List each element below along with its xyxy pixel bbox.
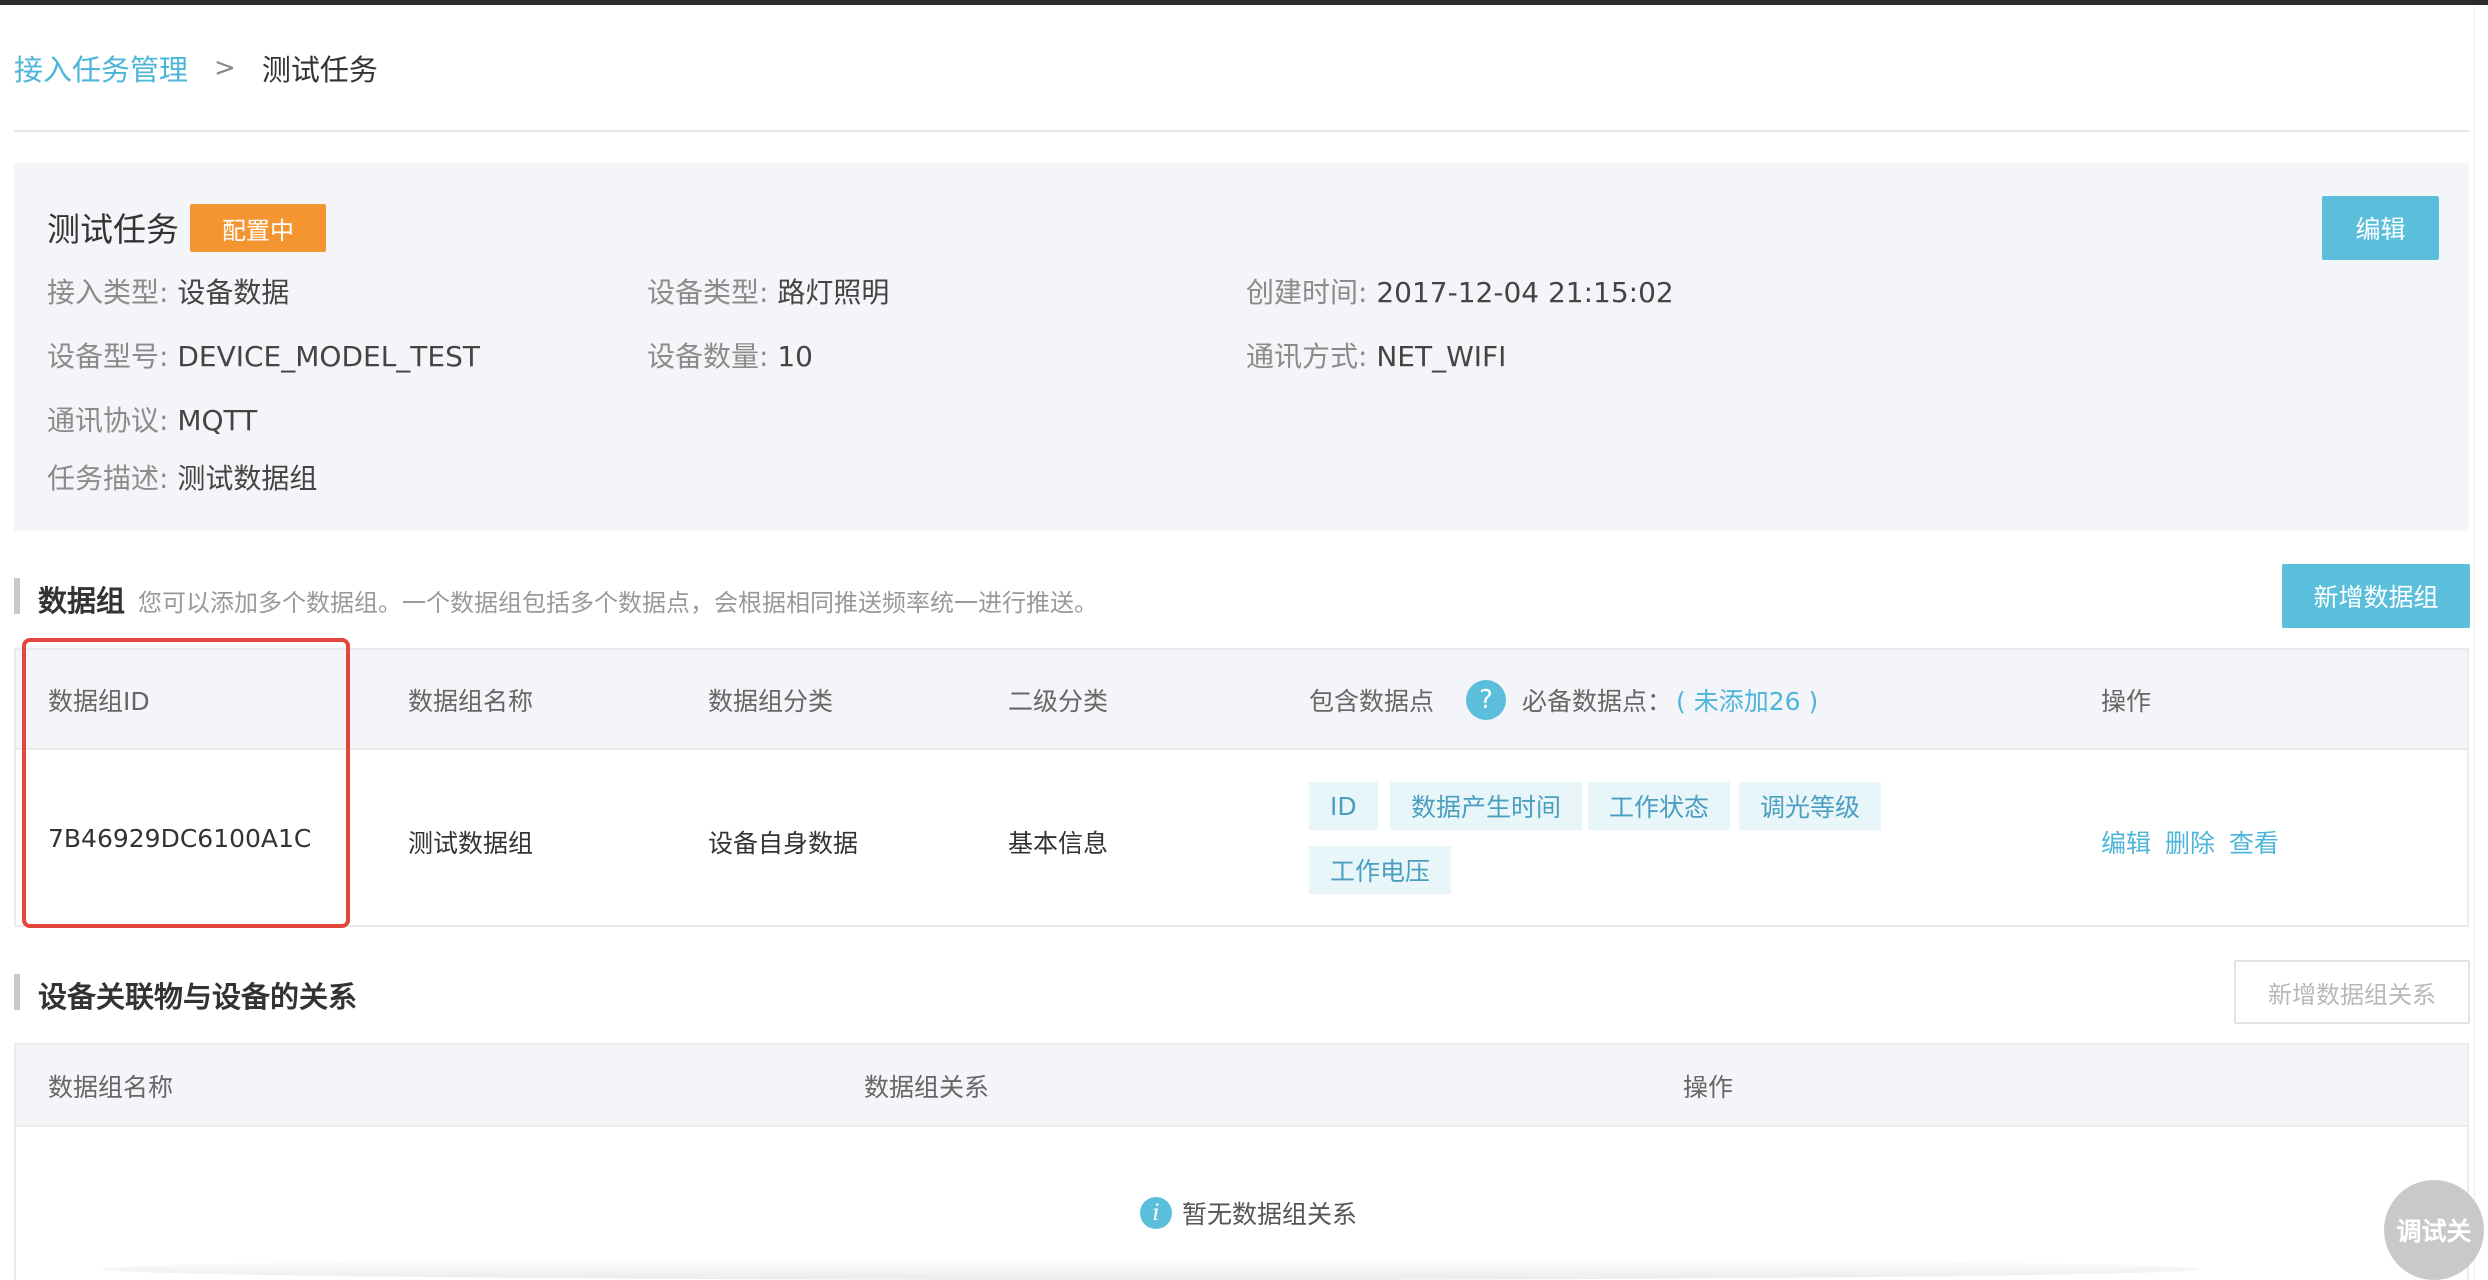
chevron-right-icon: >	[214, 53, 236, 83]
field-value: NET_WIFI	[1376, 340, 1507, 373]
field-label: 接入类型:	[47, 276, 169, 309]
required-points-label: 必备数据点：	[1522, 687, 1673, 716]
field-description: 任务描述: 测试数据组	[47, 457, 317, 497]
column-header-subcategory: 二级分类	[1008, 687, 1109, 716]
row-delete-link[interactable]: 删除	[2165, 824, 2215, 860]
info-icon: i	[1140, 1197, 1172, 1229]
bottom-shadow	[100, 1258, 2200, 1280]
field-value: MQTT	[177, 404, 258, 437]
field-device-model: 设备型号: DEVICE_MODEL_TEST	[47, 335, 480, 375]
data-point-tag: 数据产生时间	[1390, 782, 1583, 830]
field-label: 设备型号:	[47, 340, 169, 373]
field-comm-method: 通讯方式: NET_WIFI	[1246, 335, 1506, 375]
empty-state: i 暂无数据组关系	[1140, 1195, 1357, 1231]
header-divider	[14, 130, 2469, 132]
section-accent-bar	[14, 578, 20, 614]
data-point-tag: 工作电压	[1309, 846, 1452, 894]
empty-state-text: 暂无数据组关系	[1182, 1200, 1358, 1229]
field-label: 通讯方式:	[1246, 340, 1368, 373]
column-header-category: 数据组分类	[708, 687, 834, 716]
task-title: 测试任务	[47, 210, 179, 249]
add-relation-button[interactable]: 新增数据组关系	[2234, 960, 2470, 1024]
data-point-tag: 工作状态	[1588, 782, 1731, 830]
add-data-group-button[interactable]: 新增数据组	[2282, 564, 2470, 628]
debug-toggle-button[interactable]: 调试关	[2384, 1180, 2484, 1280]
edit-task-button[interactable]: 编辑	[2322, 196, 2439, 260]
data-group-table: 数据组ID 数据组名称 数据组分类 二级分类 包含数据点 ? 必备数据点： ( …	[14, 648, 2469, 927]
field-device-count: 设备数量: 10	[647, 335, 813, 375]
column-header-actions: 操作	[2101, 687, 2152, 716]
field-label: 设备数量:	[647, 340, 769, 373]
section-accent-bar	[14, 974, 20, 1010]
field-label: 创建时间:	[1246, 276, 1368, 309]
column-header-actions: 操作	[1683, 1073, 1734, 1102]
field-value: 设备数据	[177, 276, 290, 309]
column-header-name: 数据组名称	[48, 1073, 174, 1102]
field-value: DEVICE_MODEL_TEST	[177, 340, 480, 373]
relations-section-title: 设备关联物与设备的关系	[38, 980, 358, 1014]
breadcrumb: 接入任务管理 > 测试任务	[14, 48, 378, 88]
data-point-tag: ID	[1309, 782, 1378, 830]
column-header-points: 包含数据点 ? 必备数据点： ( 未添加26 )	[1309, 650, 1818, 750]
points-header-label: 包含数据点	[1309, 687, 1435, 716]
task-info-panel: 测试任务 配置中 编辑 接入类型: 设备数据 设备类型: 路灯照明 创建时间: …	[14, 163, 2469, 531]
relations-table: 数据组名称 数据组关系 操作 i 暂无数据组关系	[14, 1043, 2469, 1280]
missing-points-link[interactable]: ( 未添加26 )	[1676, 682, 1818, 718]
cell-group-name: 测试数据组	[408, 829, 534, 858]
column-header-relation: 数据组关系	[864, 1073, 990, 1102]
row-view-link[interactable]: 查看	[2229, 824, 2279, 860]
field-value: 路灯照明	[777, 276, 890, 309]
field-value: 2017-12-04 21:15:02	[1376, 276, 1674, 309]
data-group-section-title: 数据组	[38, 584, 126, 618]
field-access-type: 接入类型: 设备数据	[47, 271, 289, 311]
field-device-type: 设备类型: 路灯照明	[647, 271, 889, 311]
data-point-tag: 调光等级	[1739, 782, 1882, 830]
breadcrumb-current: 测试任务	[261, 53, 378, 87]
column-header-name: 数据组名称	[408, 687, 534, 716]
cell-group-subcategory: 基本信息	[1008, 829, 1109, 858]
cell-group-category: 设备自身数据	[708, 829, 859, 858]
table-header: 数据组名称 数据组关系 操作	[16, 1045, 2467, 1127]
table-header: 数据组ID 数据组名称 数据组分类 二级分类 包含数据点 ? 必备数据点： ( …	[16, 650, 2467, 750]
data-group-section-description: 您可以添加多个数据组。一个数据组包括多个数据点，会根据相同推送频率统一进行推送。	[138, 589, 1098, 617]
highlight-annotation-box	[22, 638, 350, 928]
scrollbar-track[interactable]	[2474, 5, 2488, 1280]
field-value: 10	[777, 340, 813, 373]
field-comm-protocol: 通讯协议: MQTT	[47, 399, 257, 439]
field-label: 通讯协议:	[47, 404, 169, 437]
window-top-border	[0, 0, 2488, 5]
field-created-time: 创建时间: 2017-12-04 21:15:02	[1246, 271, 1674, 311]
question-help-icon[interactable]: ?	[1466, 680, 1507, 720]
row-edit-link[interactable]: 编辑	[2101, 824, 2151, 860]
field-label: 任务描述:	[47, 462, 169, 495]
field-label: 设备类型:	[647, 276, 769, 309]
status-badge: 配置中	[190, 204, 326, 252]
field-value: 测试数据组	[177, 462, 318, 495]
breadcrumb-parent-link[interactable]: 接入任务管理	[14, 47, 188, 89]
